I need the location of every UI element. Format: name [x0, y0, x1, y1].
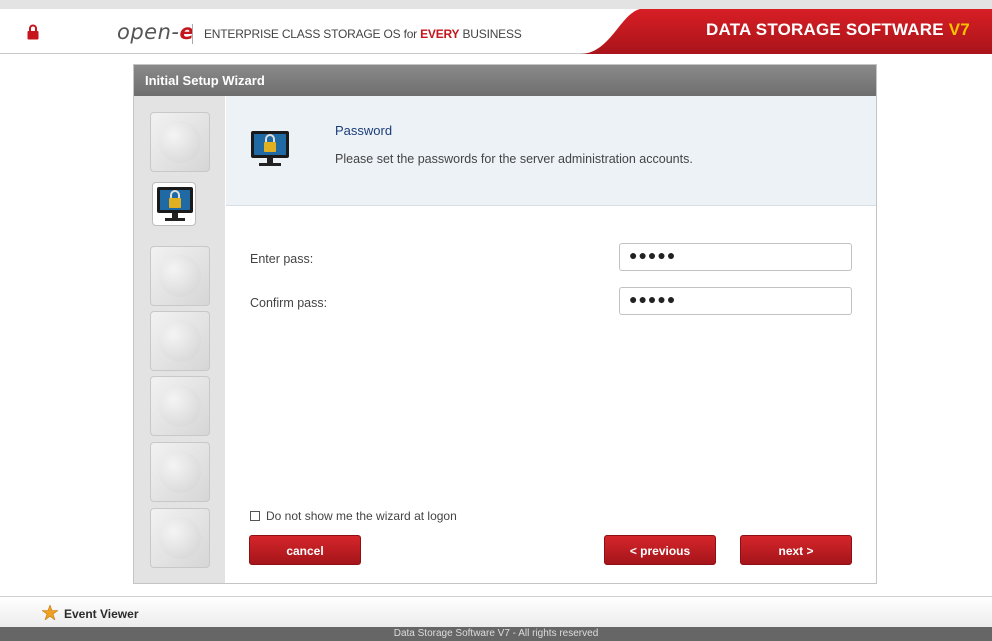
header-divider: [192, 24, 193, 44]
step-info-icon[interactable]: [150, 508, 210, 568]
cancel-button[interactable]: cancel: [249, 535, 361, 565]
setup-wizard: Initial Setup Wizard Password Please set…: [133, 64, 877, 584]
open-e-logo: open-e: [117, 20, 195, 44]
section-title: Password: [335, 123, 393, 138]
wizard-steps-sidebar: [134, 96, 225, 583]
enter-pass-label: Enter pass:: [250, 252, 314, 266]
wizard-title: Initial Setup Wizard: [134, 65, 876, 96]
section-description: Please set the passwords for the server …: [335, 152, 693, 166]
event-viewer-link[interactable]: Event Viewer: [64, 607, 138, 621]
step-password-monitor-icon[interactable]: [152, 182, 196, 226]
monitor-lock-icon: [251, 131, 289, 166]
brand-title: DATA STORAGE SOFTWARE V7: [706, 20, 970, 39]
skip-wizard-option[interactable]: Do not show me the wizard at logon: [250, 509, 457, 523]
tagline: ENTERPRISE CLASS STORAGE OS for EVERY BU…: [204, 27, 522, 41]
skip-wizard-label: Do not show me the wizard at logon: [266, 509, 457, 523]
top-strip: [0, 0, 992, 9]
skip-wizard-checkbox[interactable]: [250, 511, 260, 521]
next-button[interactable]: next >: [740, 535, 852, 565]
step-license-monitor-icon[interactable]: [150, 442, 210, 502]
copyright-bar: Data Storage Software V7 - All rights re…: [0, 627, 992, 641]
section-header: Password Please set the passwords for th…: [226, 96, 876, 206]
step-network-globe-icon[interactable]: [150, 246, 210, 306]
step-globe-icon[interactable]: [150, 112, 210, 172]
confirm-pass-input[interactable]: ●●●●●: [619, 287, 852, 315]
step-grid-globe-icon[interactable]: [150, 376, 210, 436]
previous-button[interactable]: < previous: [604, 535, 716, 565]
confirm-pass-label: Confirm pass:: [250, 296, 328, 310]
star-icon: [42, 605, 58, 620]
step-clock-globe-icon[interactable]: [150, 311, 210, 371]
lock-icon: [27, 24, 39, 40]
footer-toolbar: Event Viewer: [0, 596, 992, 627]
enter-pass-input[interactable]: ●●●●●: [619, 243, 852, 271]
